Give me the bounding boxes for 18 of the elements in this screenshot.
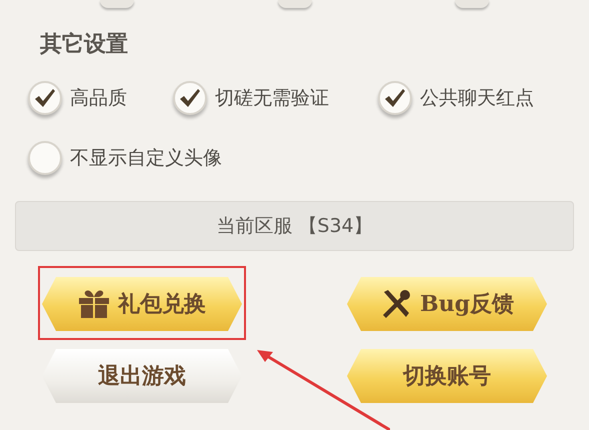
option-label: 不显示自定义头像 [70,146,222,171]
gift-icon [78,289,110,319]
checkbox[interactable] [173,81,207,115]
checkmark-icon [34,88,56,108]
server-bar: 当前区服 【S34】 [15,201,574,251]
action-button[interactable]: 切换账号 [347,349,547,403]
checkbox[interactable] [378,81,412,115]
checkbox[interactable] [28,81,62,115]
section-title: 其它设置 [40,31,128,57]
action-button[interactable]: 退出游戏 [42,349,242,403]
option-label: 公共聊天红点 [420,86,534,111]
option-label: 切磋无需验证 [215,86,329,111]
checkbox[interactable] [28,141,62,175]
option-label: 高品质 [70,86,127,111]
action-button[interactable]: Bug反馈 [347,277,547,331]
checkmark-icon [384,88,406,108]
checkmark-icon [179,88,201,108]
action-button[interactable]: 礼包兑换 [42,277,242,331]
